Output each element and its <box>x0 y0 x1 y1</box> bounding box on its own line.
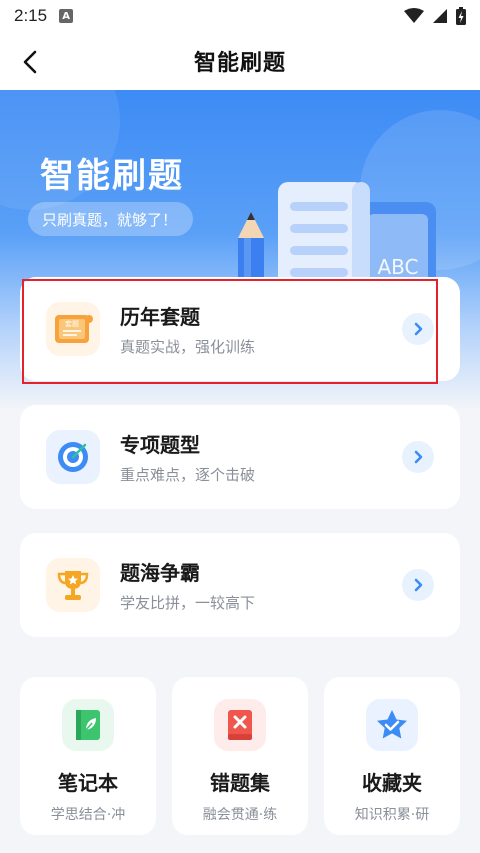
tool-title: 笔记本 <box>58 771 118 795</box>
icon-container <box>62 699 114 751</box>
chevron-right-icon[interactable] <box>402 313 434 345</box>
nav-bar: 智能刷题 <box>0 32 480 90</box>
chevron-right-icon[interactable] <box>402 441 434 473</box>
card-subtitle: 重点难点，逐个击破 <box>120 466 256 484</box>
card-past-papers[interactable]: 套题 历年套题 真题实战，强化训练 <box>20 277 460 381</box>
card-title: 题海争霸 <box>120 561 200 585</box>
wrong-book-icon <box>228 710 252 740</box>
page-title: 智能刷题 <box>193 51 286 76</box>
icon-container <box>46 558 100 612</box>
back-button[interactable] <box>16 48 44 76</box>
hero-subtitle: 只刷真题，就够了！ <box>28 202 194 236</box>
icon-container <box>46 430 100 484</box>
trophy-icon <box>57 571 89 600</box>
chevron-right-icon[interactable] <box>402 569 434 601</box>
status-bar: 2:15 A <box>0 0 480 32</box>
card-subtitle: 学友比拼，一较高下 <box>120 594 256 612</box>
card-question-battle[interactable]: 题海争霸 学友比拼，一较高下 <box>20 533 460 637</box>
icon-container: 套题 <box>46 302 100 356</box>
exam-paper-icon: 套题 <box>55 315 93 343</box>
exam-paper-label: 套题 <box>65 319 79 328</box>
card-special-topics[interactable]: 专项题型 重点难点，逐个击破 <box>20 405 460 509</box>
tool-title: 错题集 <box>210 771 270 795</box>
tool-title: 收藏夹 <box>362 771 422 795</box>
tool-subtitle: 融会贯通·练 <box>202 807 278 823</box>
notebook-icon <box>76 710 100 740</box>
tool-notebook[interactable]: 笔记本 学思结合·冲 <box>20 677 156 835</box>
tool-subtitle: 知识积累·研 <box>354 807 430 823</box>
card-title: 历年套题 <box>120 305 200 329</box>
signal-icon <box>433 9 447 23</box>
tool-wrong-book[interactable]: 错题集 融会贯通·练 <box>172 677 308 835</box>
status-time: 2:15 <box>14 6 48 25</box>
chevron-left-icon <box>23 50 37 74</box>
star-icon <box>377 710 407 739</box>
notification-icon: A <box>59 9 74 23</box>
hero-art-text: ABC <box>377 255 418 279</box>
hero-title: 智能刷题 <box>40 156 184 196</box>
icon-container <box>366 699 418 751</box>
battery-icon <box>456 7 466 25</box>
tool-subtitle: 学思结合·冲 <box>50 807 126 823</box>
icon-container <box>214 699 266 751</box>
card-title: 专项题型 <box>120 433 200 457</box>
wifi-icon <box>404 8 424 23</box>
target-icon <box>58 442 88 472</box>
tool-favorites[interactable]: 收藏夹 知识积累·研 <box>324 677 460 835</box>
card-subtitle: 真题实战，强化训练 <box>120 338 256 356</box>
